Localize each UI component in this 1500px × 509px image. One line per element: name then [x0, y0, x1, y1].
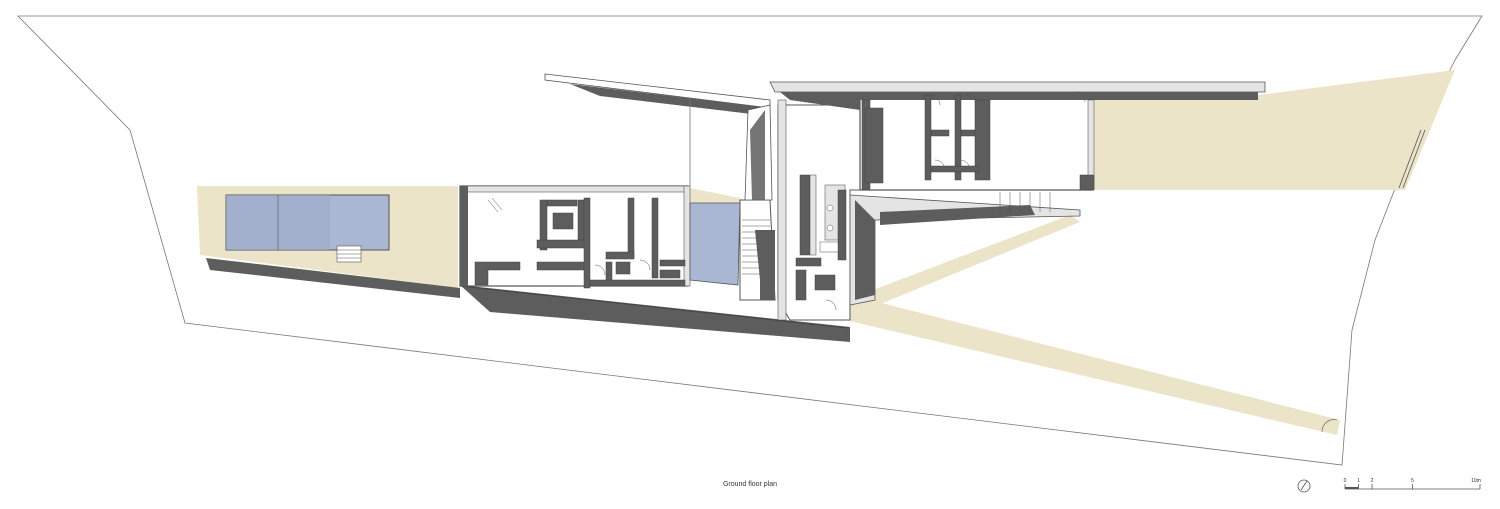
light-court	[689, 202, 741, 286]
scale-tick-label: 1	[1357, 478, 1360, 484]
central-block-west-wall	[777, 99, 787, 321]
north-arrow-icon	[1297, 479, 1311, 493]
scale-tick-label: 5	[1411, 478, 1414, 484]
pool-steps	[336, 245, 362, 263]
ground-floor-plan-drawing: 0 1 2 5 10m	[17, 15, 1483, 493]
scale-bar-segment	[1345, 487, 1359, 489]
scale-tick-label: 0	[1344, 478, 1347, 484]
scale-tick-label: 2	[1371, 478, 1374, 484]
west-wing-east-wall	[683, 185, 691, 287]
plan-caption: Ground floor plan	[722, 481, 778, 488]
east-wing-north-wall	[769, 81, 1266, 93]
west-wing-west-wall	[460, 186, 468, 286]
scale-tick-label: 10m	[1471, 478, 1481, 484]
west-wing-north-wall	[459, 185, 689, 193]
scale-bar: 0 1 2 5 10m	[1344, 478, 1481, 490]
